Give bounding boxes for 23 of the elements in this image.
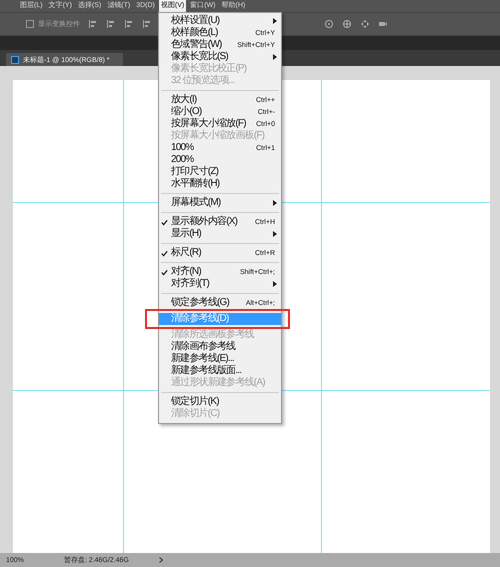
camera-icon[interactable] xyxy=(378,19,388,29)
checkbox[interactable] xyxy=(26,20,34,28)
menu-item[interactable]: 200% xyxy=(159,154,281,166)
menu-item[interactable]: 校样设置(U) xyxy=(159,15,281,27)
menu-item[interactable]: 水平翻转(H) xyxy=(159,178,281,190)
document-icon xyxy=(11,56,19,64)
menu-item[interactable]: 清除画布参考线 xyxy=(159,341,281,353)
menu-item[interactable]: 打印尺寸(Z) xyxy=(159,166,281,178)
align-icon[interactable] xyxy=(124,19,134,29)
align-icon[interactable] xyxy=(106,19,116,29)
menu-item[interactable]: 屏幕模式(M) xyxy=(159,197,281,209)
rotate-icon[interactable] xyxy=(324,19,334,29)
menu-item[interactable]: 新建参考线版面... xyxy=(159,365,281,377)
align-icon[interactable] xyxy=(88,19,98,29)
caret-icon[interactable] xyxy=(158,557,163,563)
menu-item[interactable]: 像素长宽比(S) xyxy=(159,51,281,63)
menu-item[interactable]: 锁定切片(K) xyxy=(159,396,281,408)
orbit-icon[interactable] xyxy=(342,19,352,29)
menu-item[interactable]: 对齐到(T) xyxy=(159,278,281,290)
menu-item[interactable]: 新建参考线(E)... xyxy=(159,353,281,365)
move-icon[interactable] xyxy=(360,19,370,29)
menu-item[interactable]: 显示(H) xyxy=(159,228,281,240)
align-icon[interactable] xyxy=(142,19,152,29)
